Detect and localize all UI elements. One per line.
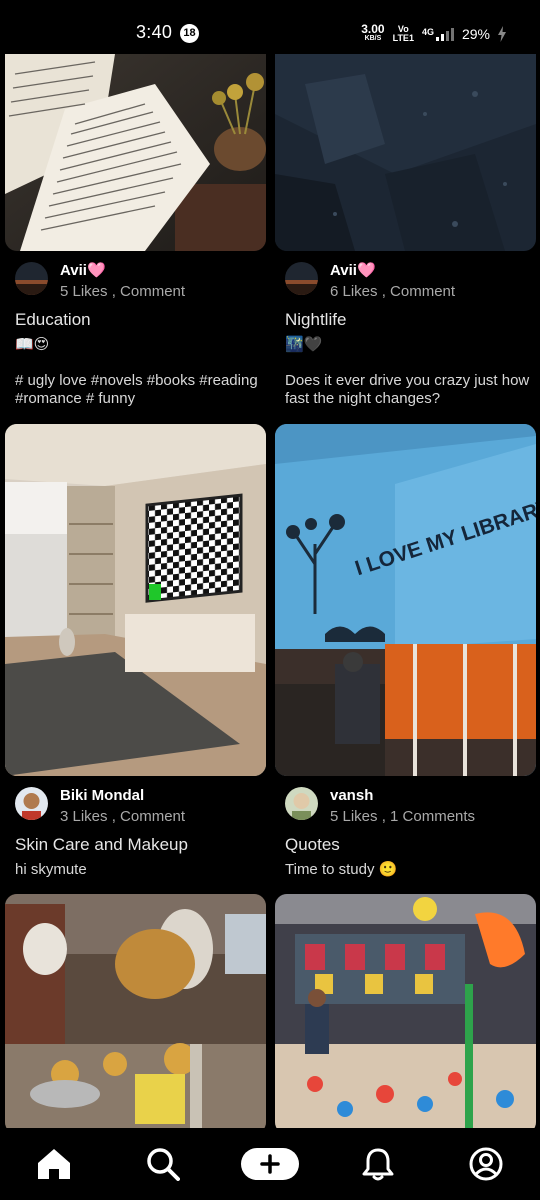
post-emoji: 📖😍 (15, 336, 50, 353)
post-stats[interactable]: 5 Likes , 1 Comments (330, 807, 475, 827)
status-indicators: 3.00 KB/S Vo LTE1 4G 29% (361, 22, 506, 46)
network-speed: 3.00 KB/S (361, 22, 385, 43)
status-time: 3:40 (136, 22, 173, 42)
signal-bars-icon (435, 27, 454, 41)
post-photo[interactable] (5, 894, 266, 1128)
network-speed-value: 3.00 (361, 22, 385, 36)
post-stats[interactable]: 6 Likes , Comment (330, 282, 455, 302)
username[interactable]: Biki Mondal (60, 787, 185, 805)
username[interactable]: vansh (330, 787, 475, 805)
toy-shop-photo (275, 894, 536, 1128)
post-card[interactable] (275, 894, 536, 1128)
post-photo[interactable] (5, 424, 266, 776)
search-icon (147, 1148, 180, 1181)
living-room-photo (5, 424, 266, 776)
battery-percent: 29% (461, 26, 490, 42)
post-description: Time to study 🙂 (285, 861, 398, 878)
post-stats[interactable]: 5 Likes , Comment (60, 282, 185, 302)
post-title: Education (15, 310, 91, 329)
nav-notifications[interactable] (358, 1144, 398, 1184)
post-photo[interactable] (5, 54, 266, 251)
bottom-nav (0, 1128, 540, 1200)
post-card[interactable]: Avii🩷 5 Likes , Comment Education 📖😍 # u… (5, 54, 266, 424)
feed-grid[interactable]: Avii🩷 5 Likes , Comment Education 📖😍 # u… (0, 54, 540, 1128)
post-title: Nightlife (285, 310, 347, 329)
post-emoji: 🌃🖤 (285, 336, 323, 353)
avatar[interactable] (15, 787, 48, 820)
post-author[interactable]: Avii🩷 6 Likes , Comment (285, 262, 455, 302)
status-bar: 3:40 18 3.00 KB/S Vo LTE1 4G 29% (0, 0, 540, 54)
post-card[interactable]: Biki Mondal 3 Likes , Comment Skin Care … (5, 424, 266, 884)
post-card[interactable]: Avii🩷 6 Likes , Comment Nightlife 🌃🖤 Doe… (275, 54, 536, 424)
plus-icon (260, 1154, 280, 1174)
street-food-photo (5, 894, 266, 1128)
nav-search[interactable] (143, 1144, 183, 1184)
post-title: Quotes (285, 835, 340, 854)
nav-profile[interactable] (466, 1144, 506, 1184)
post-description: # ugly love #novels #books #reading #rom… (15, 372, 258, 407)
post-card[interactable]: I LOVE MY LIBRARY vansh 5 Likes , 1 Comm… (275, 424, 536, 884)
post-stats[interactable]: 3 Likes , Comment (60, 807, 185, 827)
cell-signal-icon: 4G (422, 27, 454, 41)
username[interactable]: Avii🩷 (330, 262, 455, 280)
network-type: 4G (421, 27, 434, 37)
book-photo (5, 54, 266, 251)
charging-bolt-icon (498, 26, 506, 42)
nav-home[interactable] (34, 1144, 74, 1184)
username[interactable]: Avii🩷 (60, 262, 185, 280)
avatar[interactable] (285, 787, 318, 820)
post-author[interactable]: Biki Mondal 3 Likes , Comment (15, 787, 185, 827)
avatar[interactable] (15, 262, 48, 295)
volte-icon: Vo LTE1 (393, 25, 414, 43)
post-photo[interactable]: I LOVE MY LIBRARY (275, 424, 536, 776)
network-speed-unit: KB/S (364, 35, 382, 42)
profile-icon (469, 1147, 503, 1181)
post-author[interactable]: Avii🩷 5 Likes , Comment (15, 262, 185, 302)
post-photo[interactable] (275, 894, 536, 1128)
post-card[interactable] (5, 894, 266, 1128)
night-street-photo (275, 54, 536, 251)
nav-create-button[interactable] (241, 1148, 299, 1180)
notification-count-badge: 18 (180, 24, 199, 43)
post-photo[interactable] (275, 54, 536, 251)
bell-icon (362, 1148, 394, 1181)
home-icon (38, 1149, 70, 1179)
avatar[interactable] (285, 262, 318, 295)
library-photo: I LOVE MY LIBRARY (275, 424, 536, 776)
post-author[interactable]: vansh 5 Likes , 1 Comments (285, 787, 475, 827)
post-title: Skin Care and Makeup (15, 835, 188, 854)
volte-bottom: LTE1 (392, 33, 414, 43)
post-description: Does it ever drive you crazy just how fa… (285, 372, 530, 407)
post-description: hi skymute (15, 861, 87, 878)
